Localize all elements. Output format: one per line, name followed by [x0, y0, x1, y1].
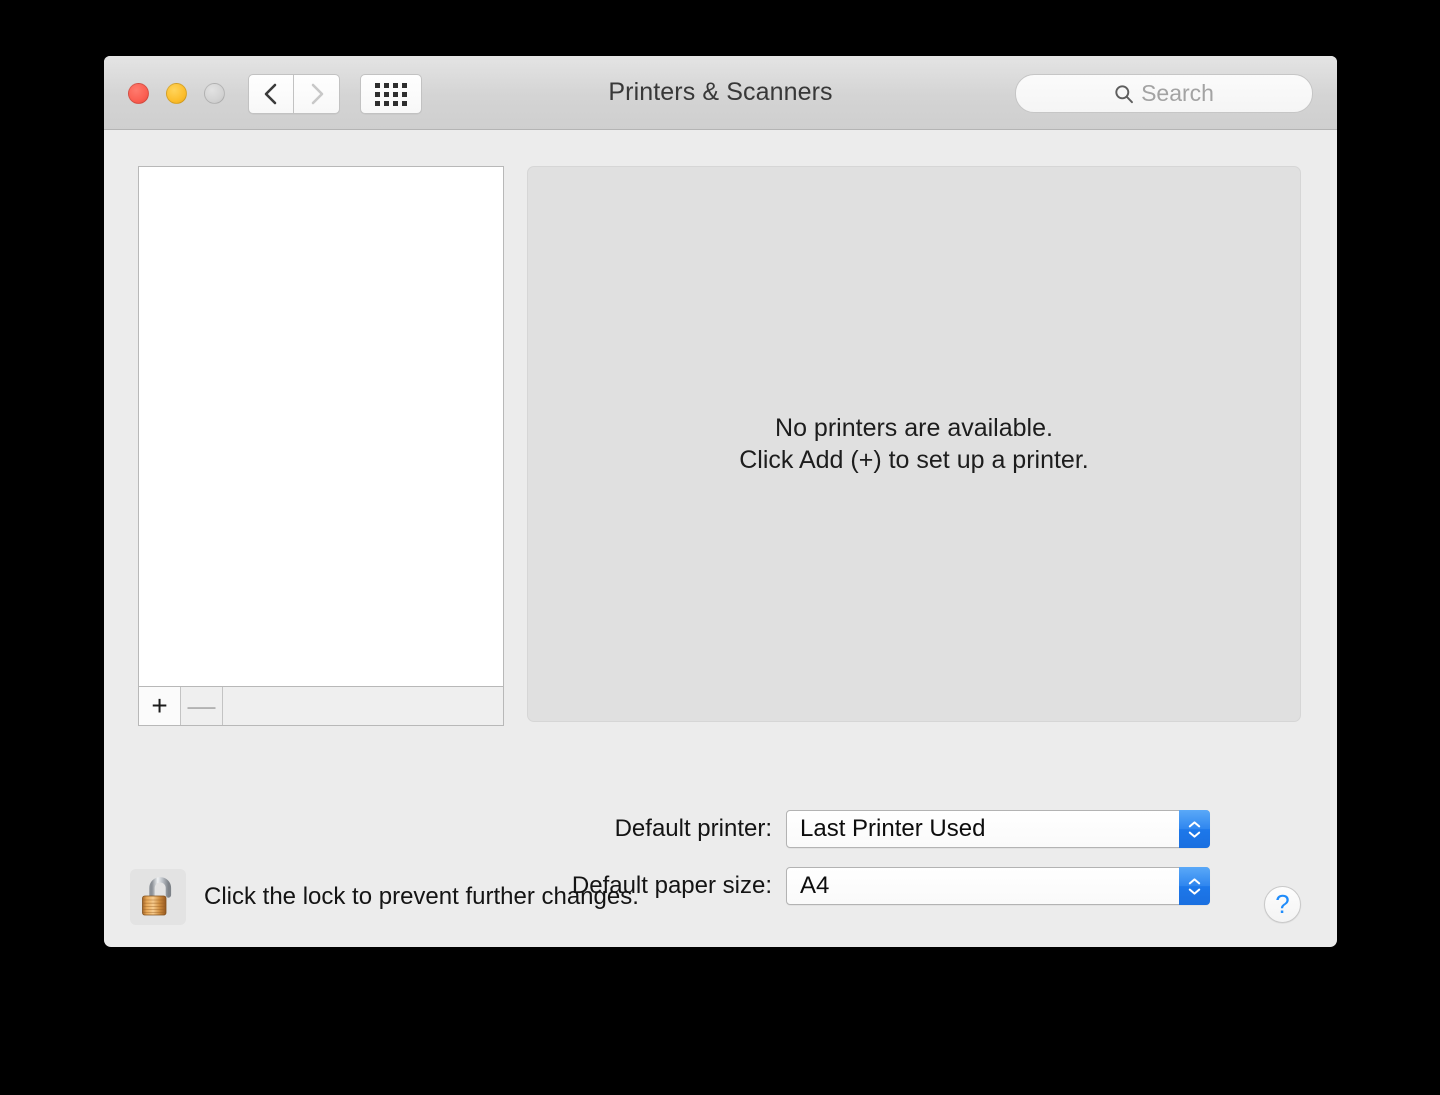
plus-icon: + — [151, 690, 168, 721]
search-icon — [1115, 84, 1134, 103]
printer-info-panel: No printers are available. Click Add (+)… — [527, 166, 1301, 722]
printer-list-toolbar: + — — [139, 686, 503, 725]
minus-icon: — — [187, 690, 216, 721]
toolbar-filler — [223, 687, 503, 725]
no-printers-message-line2: Click Add (+) to set up a printer. — [739, 446, 1089, 474]
default-paper-size-select[interactable]: A4 — [786, 867, 1210, 905]
default-paper-size-value: A4 — [800, 872, 830, 899]
unlocked-padlock-icon — [142, 877, 172, 916]
default-printer-stepper[interactable] — [1179, 810, 1210, 848]
window-titlebar: Printers & Scanners Search — [104, 56, 1337, 130]
lock-area: Click the lock to prevent further change… — [130, 869, 639, 925]
system-preferences-window: Printers & Scanners Search + — No printe… — [104, 56, 1337, 947]
default-printer-label: Default printer: — [614, 815, 772, 842]
lock-button[interactable] — [130, 869, 186, 925]
search-input[interactable]: Search — [1015, 74, 1313, 113]
add-printer-button[interactable]: + — [139, 687, 181, 725]
default-printer-select[interactable]: Last Printer Used — [786, 810, 1210, 848]
no-printers-message-line1: No printers are available. — [775, 414, 1053, 442]
remove-printer-button: — — [181, 687, 223, 725]
printer-list[interactable] — [139, 167, 503, 687]
preference-pane-content: + — No printers are available. Click Add… — [104, 130, 1337, 947]
search-placeholder: Search — [1141, 80, 1214, 106]
default-paper-size-stepper[interactable] — [1179, 867, 1210, 905]
lock-message: Click the lock to prevent further change… — [204, 883, 639, 910]
printer-list-box: + — — [138, 166, 504, 726]
help-button[interactable]: ? — [1264, 886, 1301, 923]
chevron-up-icon — [1188, 877, 1201, 884]
chevron-up-icon — [1188, 820, 1201, 827]
default-printer-value: Last Printer Used — [800, 815, 986, 842]
question-mark-icon: ? — [1275, 889, 1290, 919]
chevron-down-icon — [1188, 831, 1201, 838]
default-printer-row: Default printer: Last Printer Used — [104, 810, 1210, 848]
chevron-down-icon — [1188, 888, 1201, 895]
